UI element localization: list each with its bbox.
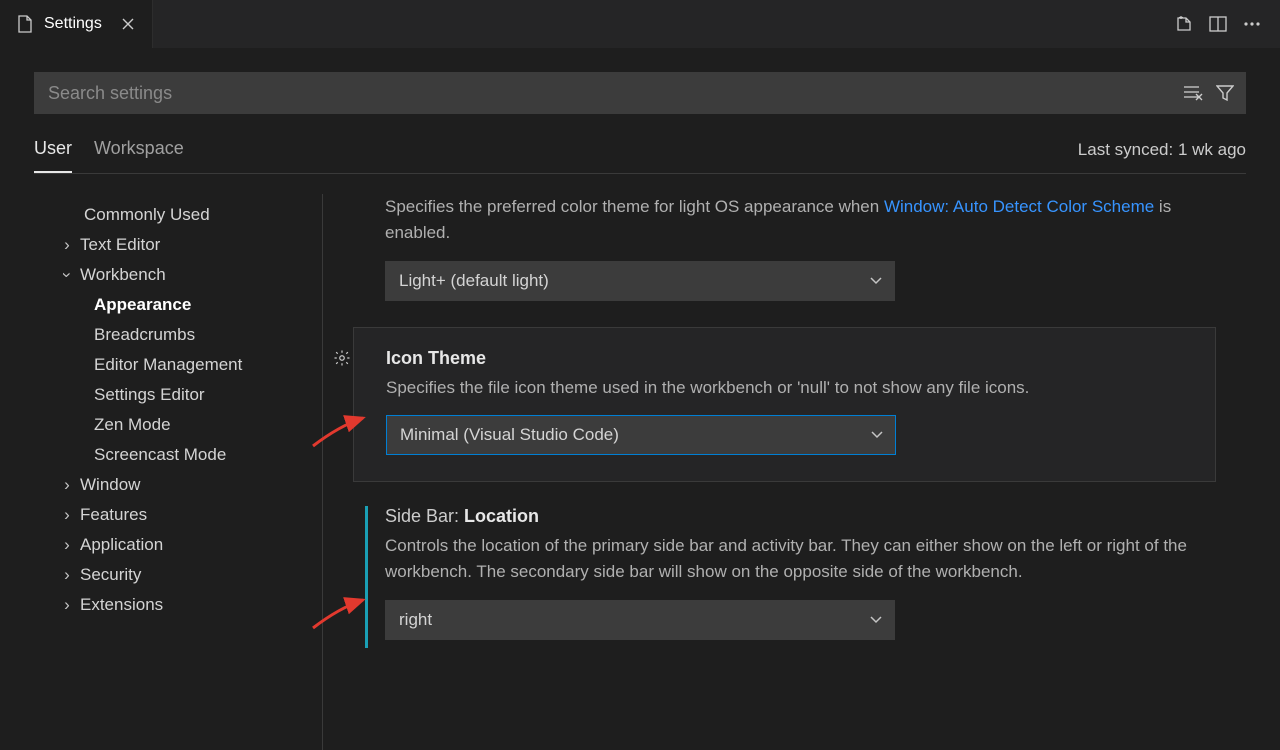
nav-commonly-used[interactable]: Commonly Used xyxy=(34,200,322,230)
clear-search-icon[interactable] xyxy=(1182,82,1204,104)
close-icon[interactable] xyxy=(118,14,138,34)
chevron-right-icon: › xyxy=(60,595,74,615)
sync-status: Last synced: 1 wk ago xyxy=(1078,140,1246,172)
setting-description: Specifies the file icon theme used in th… xyxy=(386,375,1185,401)
chevron-right-icon: › xyxy=(60,565,74,585)
scope-tabs: User Workspace xyxy=(34,138,184,173)
settings-editor: User Workspace Last synced: 1 wk ago Com… xyxy=(0,48,1280,750)
nav-extensions[interactable]: ›Extensions xyxy=(34,590,322,620)
chevron-right-icon: › xyxy=(60,235,74,255)
settings-content: Specifies the preferred color theme for … xyxy=(322,194,1246,750)
tab-settings[interactable]: Settings xyxy=(0,0,153,48)
nav-zen-mode[interactable]: Zen Mode xyxy=(34,410,322,440)
desc-text: Specifies the preferred color theme for … xyxy=(385,197,884,216)
chevron-down-icon: › xyxy=(57,268,77,282)
select-light-theme[interactable]: Light+ (default light) xyxy=(385,261,895,301)
open-settings-json-icon[interactable] xyxy=(1174,14,1194,34)
chevron-right-icon: › xyxy=(60,505,74,525)
select-value: Light+ (default light) xyxy=(399,271,549,291)
setting-link[interactable]: Window: Auto Detect Color Scheme xyxy=(884,197,1154,216)
select-value: right xyxy=(399,610,432,630)
nav-screencast-mode[interactable]: Screencast Mode xyxy=(34,440,322,470)
nav-editor-management[interactable]: Editor Management xyxy=(34,350,322,380)
setting-sidebar-location: Side Bar: Location Controls the location… xyxy=(323,492,1246,662)
split-editor-icon[interactable] xyxy=(1208,14,1228,34)
nav-appearance[interactable]: Appearance xyxy=(34,290,322,320)
nav-settings-editor[interactable]: Settings Editor xyxy=(34,380,322,410)
search-container xyxy=(34,72,1246,114)
editor-actions xyxy=(1156,14,1280,34)
select-value: Minimal (Visual Studio Code) xyxy=(400,425,619,445)
setting-title: Side Bar: Location xyxy=(385,506,1216,527)
filter-icon[interactable] xyxy=(1214,82,1236,104)
more-actions-icon[interactable] xyxy=(1242,14,1262,34)
search-actions xyxy=(1182,82,1236,104)
modified-indicator xyxy=(365,506,368,648)
setting-description: Controls the location of the primary sid… xyxy=(385,533,1216,586)
chevron-down-icon xyxy=(869,271,883,291)
gear-icon[interactable] xyxy=(332,348,352,368)
nav-application[interactable]: ›Application xyxy=(34,530,322,560)
setting-category: Side Bar: xyxy=(385,506,464,526)
select-icon-theme[interactable]: Minimal (Visual Studio Code) xyxy=(386,415,896,455)
settings-body: Commonly Used ›Text Editor ›Workbench Ap… xyxy=(34,194,1246,750)
nav-features[interactable]: ›Features xyxy=(34,500,322,530)
tab-user[interactable]: User xyxy=(34,138,72,173)
nav-security[interactable]: ›Security xyxy=(34,560,322,590)
search-input[interactable] xyxy=(34,72,1246,114)
nav-text-editor[interactable]: ›Text Editor xyxy=(34,230,322,260)
setting-title: Icon Theme xyxy=(386,348,1185,369)
setting-description: Specifies the preferred color theme for … xyxy=(385,194,1216,247)
chevron-down-icon xyxy=(870,425,884,445)
chevron-right-icon: › xyxy=(60,475,74,495)
nav-workbench[interactable]: ›Workbench xyxy=(34,260,322,290)
tab-workspace[interactable]: Workspace xyxy=(94,138,184,173)
setting-title-name: Location xyxy=(464,506,539,526)
setting-icon-theme: Icon Theme Specifies the file icon theme… xyxy=(353,327,1216,482)
scope-row: User Workspace Last synced: 1 wk ago xyxy=(34,138,1246,174)
settings-file-icon xyxy=(16,15,34,33)
setting-preferred-light-theme: Specifies the preferred color theme for … xyxy=(323,194,1246,323)
nav-breadcrumbs[interactable]: Breadcrumbs xyxy=(34,320,322,350)
tab-title: Settings xyxy=(44,15,102,33)
settings-nav: Commonly Used ›Text Editor ›Workbench Ap… xyxy=(34,194,322,750)
editor-tab-bar: Settings xyxy=(0,0,1280,48)
chevron-right-icon: › xyxy=(60,535,74,555)
chevron-down-icon xyxy=(869,610,883,630)
select-sidebar-location[interactable]: right xyxy=(385,600,895,640)
nav-window[interactable]: ›Window xyxy=(34,470,322,500)
tab-group: Settings xyxy=(0,0,153,48)
